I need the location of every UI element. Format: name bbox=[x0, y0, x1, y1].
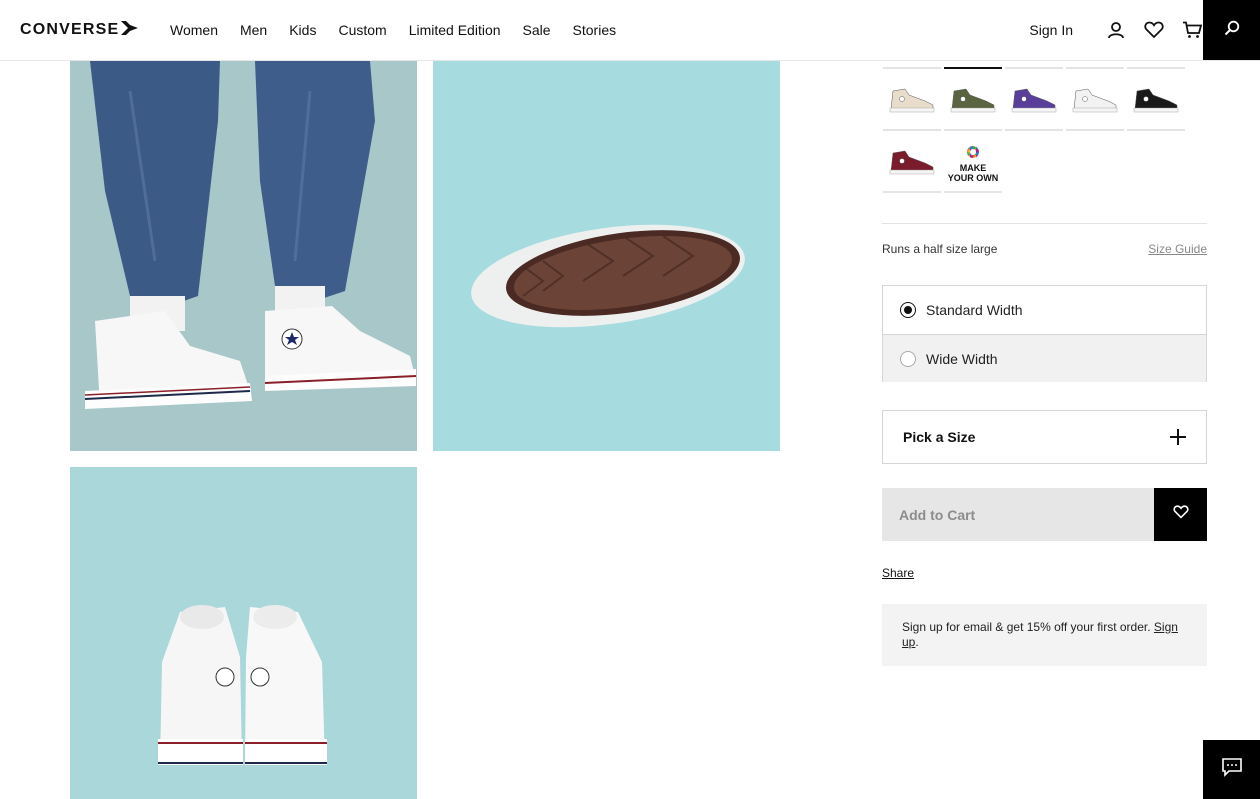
nav-men[interactable]: Men bbox=[240, 22, 267, 38]
swatch-purple[interactable] bbox=[1005, 71, 1063, 131]
width-label-standard: Standard Width bbox=[926, 302, 1023, 318]
width-option-wide[interactable]: Wide Width bbox=[883, 334, 1206, 382]
swatch-row-top bbox=[883, 61, 1185, 69]
add-to-cart-label: Add to Cart bbox=[899, 506, 976, 523]
make-your-own-label-1: MAKE bbox=[959, 162, 987, 173]
header-actions: Sign In bbox=[1029, 0, 1203, 60]
logo-wordmark: CONVERSE bbox=[20, 21, 120, 38]
swatch-row-1 bbox=[883, 71, 1185, 131]
add-to-cart-button[interactable]: Add to Cart bbox=[882, 488, 1154, 541]
divider bbox=[882, 223, 1207, 224]
color-swatch[interactable] bbox=[1005, 61, 1063, 69]
add-to-favorites-button[interactable] bbox=[1154, 488, 1207, 541]
promo-text: Sign up for email & get 15% off your fir… bbox=[902, 620, 1151, 634]
nav-custom[interactable]: Custom bbox=[338, 22, 386, 38]
promo-period: . bbox=[915, 635, 919, 649]
swatch-black[interactable] bbox=[1127, 71, 1185, 131]
product-photo-on-feet[interactable] bbox=[70, 61, 417, 451]
heart-icon bbox=[1172, 505, 1189, 524]
swatch-white[interactable] bbox=[1066, 71, 1124, 131]
plus-icon bbox=[1170, 429, 1186, 445]
nav-women[interactable]: Women bbox=[170, 22, 218, 38]
color-wheel-icon bbox=[967, 145, 979, 158]
account-icon[interactable] bbox=[1105, 19, 1127, 41]
sign-in-link[interactable]: Sign In bbox=[1029, 22, 1073, 38]
cart-icon[interactable] bbox=[1181, 19, 1203, 41]
width-option-standard[interactable]: Standard Width bbox=[883, 286, 1206, 334]
make-your-own-swatch[interactable]: MAKE YOUR OWN bbox=[944, 133, 1002, 193]
pick-a-size-dropdown[interactable]: Pick a Size bbox=[882, 410, 1207, 464]
pick-size-label: Pick a Size bbox=[903, 429, 976, 445]
nav-stories[interactable]: Stories bbox=[573, 22, 617, 38]
color-swatch[interactable] bbox=[1127, 61, 1185, 69]
site-header: CONVERSE Women Men Kids Custom Limited E… bbox=[0, 0, 1260, 61]
size-guide-link[interactable]: Size Guide bbox=[1148, 242, 1207, 256]
nav-sale[interactable]: Sale bbox=[523, 22, 551, 38]
swatch-khaki-green[interactable] bbox=[944, 71, 1002, 131]
chat-button[interactable] bbox=[1203, 740, 1260, 799]
product-photo-heels[interactable] bbox=[70, 467, 417, 799]
search-button[interactable] bbox=[1203, 0, 1260, 60]
chat-icon bbox=[1221, 757, 1243, 782]
fit-note: Runs a half size large bbox=[882, 242, 998, 256]
swatch-natural-ivory[interactable] bbox=[883, 71, 941, 131]
radio-selected[interactable] bbox=[900, 302, 916, 318]
width-label-wide: Wide Width bbox=[926, 350, 998, 367]
main-nav: Women Men Kids Custom Limited Edition Sa… bbox=[170, 0, 638, 60]
product-photo-outsole[interactable] bbox=[433, 61, 780, 451]
chevron-star-icon bbox=[121, 20, 139, 40]
nav-limited-edition[interactable]: Limited Edition bbox=[409, 22, 501, 38]
swatch-maroon[interactable] bbox=[883, 133, 941, 193]
nav-kids[interactable]: Kids bbox=[289, 22, 316, 38]
search-icon bbox=[1224, 20, 1240, 41]
radio-unselected[interactable] bbox=[900, 350, 916, 367]
width-selector: Standard Width Wide Width bbox=[882, 285, 1207, 382]
color-swatch[interactable] bbox=[883, 61, 941, 69]
heart-icon[interactable] bbox=[1143, 19, 1165, 41]
swatch-row-2: MAKE YOUR OWN bbox=[883, 133, 1002, 193]
converse-logo[interactable]: CONVERSE bbox=[20, 20, 139, 40]
color-swatch[interactable] bbox=[1066, 61, 1124, 69]
email-signup-promo: Sign up for email & get 15% off your fir… bbox=[882, 604, 1207, 666]
color-swatch-selected[interactable] bbox=[944, 61, 1002, 69]
make-your-own-label-2: YOUR OWN bbox=[947, 172, 999, 183]
share-link[interactable]: Share bbox=[882, 566, 914, 580]
